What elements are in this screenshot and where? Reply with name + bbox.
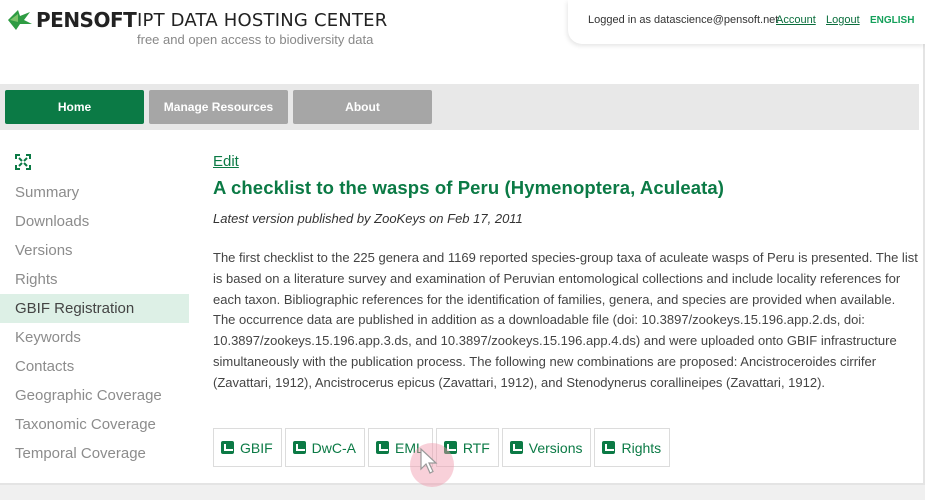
sidebar-item-downloads[interactable]: Downloads <box>0 207 189 236</box>
download-icon <box>292 441 306 454</box>
expand-icon[interactable] <box>15 154 31 170</box>
nav-about-button[interactable]: About <box>293 90 432 124</box>
nav-home-button[interactable]: Home <box>5 90 144 124</box>
download-icon <box>376 441 390 454</box>
sidebar-item-geographic-coverage[interactable]: Geographic Coverage <box>0 381 189 410</box>
user-bar: Logged in as datascience@pensoft.net Acc… <box>568 0 925 44</box>
rights-icon <box>602 441 616 454</box>
versions-icon <box>509 441 523 454</box>
gbif-button-label: GBIF <box>240 439 273 456</box>
site-title-text: IPT DATA HOSTING CENTER <box>137 10 388 31</box>
gbif-button[interactable]: GBIF <box>213 428 282 467</box>
logo-text: PENSOFT <box>36 8 137 32</box>
leaf-logo-icon <box>8 10 32 30</box>
rights-button[interactable]: Rights <box>594 428 671 467</box>
language-selector[interactable]: ENGLISH <box>870 15 914 26</box>
versions-button-label: Versions <box>528 439 583 456</box>
sidebar-item-summary[interactable]: Summary <box>0 178 189 207</box>
main-navbar: Home Manage Resources About <box>0 84 919 130</box>
page: PENSOFT IPT DATA HOSTING CENTER free and… <box>0 0 925 487</box>
resource-main: Edit A checklist to the wasps of Peru (H… <box>213 153 918 394</box>
sidebar-item-versions[interactable]: Versions <box>0 236 189 265</box>
sidebar-item-gbif-registration[interactable]: GBIF Registration <box>0 294 189 323</box>
mouse-cursor-icon <box>420 447 438 474</box>
sidebar-item-taxonomic-coverage[interactable]: Taxonomic Coverage <box>0 410 189 439</box>
sidebar-item-keywords[interactable]: Keywords <box>0 323 189 352</box>
pensoft-logo[interactable]: PENSOFT <box>6 8 137 32</box>
sidebar: Summary Downloads Versions Rights GBIF R… <box>0 178 189 468</box>
logged-in-text: Logged in as datascience@pensoft.net <box>588 14 779 26</box>
resource-title: A checklist to the wasps of Peru (Hymeno… <box>213 177 725 198</box>
resource-abstract: The first checklist to the 225 genera an… <box>213 250 918 390</box>
sidebar-item-rights[interactable]: Rights <box>0 265 189 294</box>
rights-button-label: Rights <box>621 439 662 456</box>
site-title: IPT DATA HOSTING CENTER free and open ac… <box>137 10 387 47</box>
sidebar-item-temporal-coverage[interactable]: Temporal Coverage <box>0 439 189 468</box>
version-info: Latest version published by ZooKeys on F… <box>213 211 523 226</box>
gbif-icon <box>221 441 234 454</box>
edit-link[interactable]: Edit <box>213 153 239 170</box>
versions-button[interactable]: Versions <box>501 428 592 467</box>
rtf-button-label: RTF <box>462 439 490 456</box>
account-link[interactable]: Account <box>776 14 816 26</box>
nav-manage-resources-button[interactable]: Manage Resources <box>149 90 288 124</box>
dwca-button[interactable]: DwC-A <box>284 428 366 467</box>
site-subtitle: free and open access to biodiversity dat… <box>137 32 374 47</box>
dwca-button-label: DwC-A <box>311 439 357 456</box>
sidebar-item-contacts[interactable]: Contacts <box>0 352 189 381</box>
logout-link[interactable]: Logout <box>826 14 860 26</box>
